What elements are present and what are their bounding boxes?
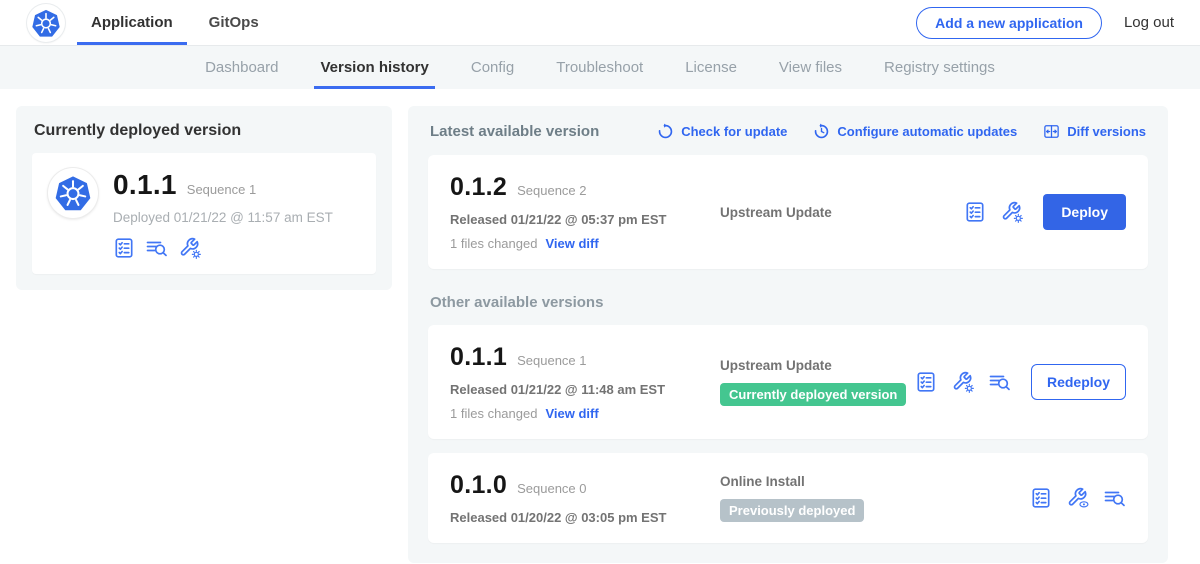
version-row-0-1-0: 0.1.0 Sequence 0 Released 01/20/22 @ 03:…	[428, 453, 1148, 543]
version-row-0-1-2: 0.1.2 Sequence 2 Released 01/21/22 @ 05:…	[428, 155, 1148, 269]
preflight-checks-icon[interactable]	[964, 201, 986, 223]
subnav-tab-version-history[interactable]: Version history	[318, 46, 430, 89]
subnav-tab-troubleshoot[interactable]: Troubleshoot	[554, 46, 645, 89]
main-content: Currently deployed version 0.1.1 Sequenc…	[0, 89, 1200, 563]
sequence-label: Sequence 0	[517, 481, 586, 496]
version-source-label: Upstream Update	[720, 358, 915, 373]
header-tabs: Application GitOps	[77, 0, 273, 45]
kubernetes-logo-icon	[31, 8, 61, 38]
version-number: 0.1.2	[450, 173, 507, 202]
refresh-icon	[657, 123, 674, 140]
currently-deployed-title: Currently deployed version	[34, 122, 376, 140]
top-header: Application GitOps Add a new application…	[0, 0, 1200, 46]
deployed-app-logo	[48, 168, 98, 218]
subnav-tab-registry-settings[interactable]: Registry settings	[882, 46, 997, 89]
version-number: 0.1.1	[450, 343, 507, 372]
deploy-button[interactable]: Deploy	[1043, 194, 1126, 230]
version-source-label: Upstream Update	[720, 205, 964, 220]
header-actions: Add a new application Log out	[916, 7, 1200, 39]
currently-deployed-card: Currently deployed version 0.1.1 Sequenc…	[16, 106, 392, 290]
files-changed-label: 1 files changed	[450, 406, 537, 421]
tab-gitops[interactable]: GitOps	[195, 0, 273, 45]
preflight-checks-icon[interactable]	[113, 237, 135, 259]
deployed-timestamp: Deployed 01/21/22 @ 11:57 am EST	[113, 210, 333, 225]
configure-automatic-updates-link[interactable]: Configure automatic updates	[813, 123, 1017, 140]
check-for-update-link[interactable]: Check for update	[657, 123, 787, 140]
diff-versions-link[interactable]: Diff versions	[1043, 123, 1146, 140]
version-row-0-1-1: 0.1.1 Sequence 1 Released 01/21/22 @ 11:…	[428, 325, 1148, 439]
released-timestamp: Released 01/21/22 @ 11:48 am EST	[450, 382, 702, 397]
subnav-tab-dashboard[interactable]: Dashboard	[203, 46, 280, 89]
app-subnav: Dashboard Version history Config Trouble…	[0, 46, 1200, 89]
tab-application[interactable]: Application	[77, 0, 187, 45]
released-timestamp: Released 01/20/22 @ 03:05 pm EST	[450, 510, 702, 525]
deploy-logs-icon[interactable]	[989, 371, 1011, 393]
deployed-sequence-label: Sequence 1	[187, 182, 256, 197]
currently-deployed-badge: Currently deployed version	[720, 383, 906, 406]
latest-available-heading: Latest available version	[430, 123, 599, 140]
preflight-checks-icon[interactable]	[1030, 487, 1052, 509]
version-number: 0.1.0	[450, 471, 507, 500]
diff-icon	[1043, 123, 1060, 140]
config-edit-icon[interactable]	[179, 237, 201, 259]
app-logo	[27, 4, 65, 42]
view-diff-link[interactable]: View diff	[545, 406, 598, 421]
sequence-label: Sequence 1	[517, 353, 586, 368]
subnav-tab-view-files[interactable]: View files	[777, 46, 844, 89]
check-for-update-label: Check for update	[681, 124, 787, 139]
sequence-label: Sequence 2	[517, 183, 586, 198]
other-versions-heading: Other available versions	[430, 294, 1146, 311]
config-view-icon[interactable]	[1067, 487, 1089, 509]
deployed-version-number: 0.1.1	[113, 169, 177, 201]
versions-panel: Latest available version Check for updat…	[408, 106, 1168, 563]
subnav-tab-license[interactable]: License	[683, 46, 739, 89]
deploy-logs-icon[interactable]	[1104, 487, 1126, 509]
add-application-button[interactable]: Add a new application	[916, 7, 1102, 39]
files-changed-label: 1 files changed	[450, 236, 537, 251]
config-edit-icon[interactable]	[1001, 201, 1023, 223]
redeploy-button[interactable]: Redeploy	[1031, 364, 1126, 400]
logout-button[interactable]: Log out	[1124, 14, 1174, 31]
released-timestamp: Released 01/21/22 @ 05:37 pm EST	[450, 212, 702, 227]
kubernetes-logo-icon	[54, 174, 92, 212]
subnav-tab-config[interactable]: Config	[469, 46, 516, 89]
diff-versions-label: Diff versions	[1067, 124, 1146, 139]
schedule-update-icon	[813, 123, 830, 140]
deployed-version-card: 0.1.1 Sequence 1 Deployed 01/21/22 @ 11:…	[32, 153, 376, 274]
view-diff-link[interactable]: View diff	[545, 236, 598, 251]
deploy-logs-icon[interactable]	[146, 237, 168, 259]
previously-deployed-badge: Previously deployed	[720, 499, 864, 522]
preflight-checks-icon[interactable]	[915, 371, 937, 393]
version-source-label: Online Install	[720, 474, 1030, 489]
configure-automatic-updates-label: Configure automatic updates	[837, 124, 1017, 139]
config-edit-icon[interactable]	[952, 371, 974, 393]
